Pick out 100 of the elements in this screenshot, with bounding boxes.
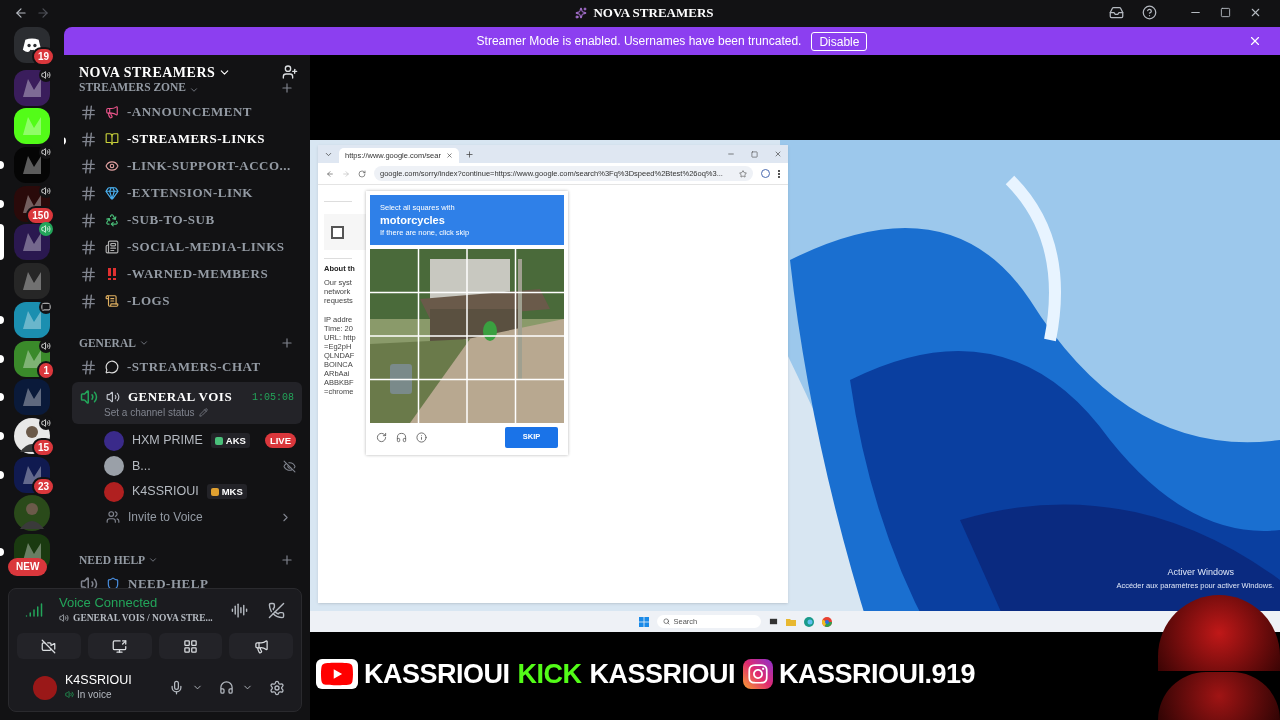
channel-name: -STREAMERS-LINKS bbox=[127, 130, 266, 149]
people-icon bbox=[106, 510, 120, 525]
category-header[interactable]: GENERAL bbox=[79, 335, 136, 351]
gem-icon bbox=[105, 186, 119, 200]
newspaper-icon bbox=[105, 240, 119, 254]
channel-name: GENERAL VOIS bbox=[128, 388, 233, 407]
soundboard-icon bbox=[253, 638, 269, 654]
server-icon[interactable] bbox=[14, 108, 50, 145]
kick-wordmark: KICK bbox=[517, 657, 582, 691]
avatar bbox=[104, 430, 124, 451]
hash-icon bbox=[80, 130, 97, 148]
hash-icon bbox=[80, 292, 97, 310]
book-icon bbox=[105, 132, 119, 146]
channel-status[interactable]: Set a channel status bbox=[104, 405, 195, 420]
channel-item[interactable]: -WARNED-MEMBERS bbox=[72, 262, 302, 286]
create-channel-icon[interactable] bbox=[280, 553, 294, 567]
forward-icon[interactable] bbox=[36, 5, 50, 20]
channel-name: -WARNED-MEMBERS bbox=[127, 265, 269, 284]
headphones-icon[interactable] bbox=[219, 680, 234, 696]
channel-name: -SUB-TO-SUB bbox=[127, 211, 215, 230]
hash-icon bbox=[80, 103, 97, 121]
eye-icon bbox=[105, 159, 119, 173]
speaker-icon bbox=[106, 390, 120, 404]
channel-name: -ANNOUNCEMENT bbox=[127, 103, 252, 122]
server-name[interactable]: NOVA STREAMERS bbox=[79, 61, 216, 83]
channel-name: -STREAMERS-CHAT bbox=[127, 358, 261, 377]
server-icon[interactable] bbox=[14, 301, 50, 338]
avatar bbox=[104, 456, 124, 477]
channel-item[interactable]: -STREAMERS-LINKS bbox=[72, 127, 302, 151]
noise-suppression-icon[interactable] bbox=[231, 601, 248, 619]
channel-item[interactable]: -STREAMERS-CHAT bbox=[72, 355, 302, 379]
camera-button[interactable] bbox=[17, 633, 81, 660]
channel-item[interactable]: -EXTENSION-LINK bbox=[72, 181, 302, 205]
screen-share-icon bbox=[112, 638, 128, 654]
category-header[interactable]: STREAMERS ZONE bbox=[79, 83, 187, 95]
channel-name: -LOGS bbox=[127, 292, 170, 311]
window-title: NOVA STREAMERS bbox=[593, 3, 714, 22]
shield-icon bbox=[106, 577, 120, 588]
settings-icon[interactable] bbox=[269, 679, 285, 696]
camera-off-icon bbox=[41, 638, 57, 654]
new-badge: NEW bbox=[8, 558, 48, 576]
voice-member[interactable]: B... bbox=[64, 453, 310, 479]
hash-icon bbox=[80, 238, 97, 256]
channel-item[interactable]: NEED-HELP bbox=[72, 572, 302, 588]
voice-member[interactable]: K4SSRIOUI MKS bbox=[64, 479, 310, 505]
help-icon[interactable] bbox=[1142, 5, 1157, 20]
maximize-icon[interactable] bbox=[1220, 7, 1231, 18]
banner-message: Streamer Mode is enabled. Usernames have been truncated. bbox=[476, 33, 802, 50]
camera-icon bbox=[747, 663, 770, 685]
disable-button[interactable]: Disable bbox=[811, 31, 868, 51]
exclamation-icon bbox=[105, 267, 119, 281]
hash-icon bbox=[80, 265, 97, 283]
channel-name: -EXTENSION-LINK bbox=[127, 184, 253, 203]
channel-item[interactable]: -SOCIAL-MEDIA-LINKS bbox=[72, 235, 302, 259]
channel-item[interactable]: GENERAL VOIS 1:05:08 Set a channel status bbox=[72, 382, 302, 424]
voice-channel-icon bbox=[80, 575, 98, 588]
notification-badge: 19 bbox=[31, 47, 55, 66]
channel-item[interactable]: -SUB-TO-SUB bbox=[72, 208, 302, 232]
member-name: K4SSRIOUI bbox=[132, 483, 199, 501]
soundboard-button[interactable] bbox=[229, 633, 293, 660]
channel-item[interactable]: -LOGS bbox=[72, 289, 302, 313]
hash-icon bbox=[80, 184, 97, 202]
microphone-icon[interactable] bbox=[169, 680, 184, 696]
back-icon[interactable] bbox=[14, 5, 28, 20]
channel-handle: KASSRIOUI.919 bbox=[779, 657, 976, 691]
invite-to-voice[interactable]: Invite to Voice bbox=[64, 504, 310, 530]
voice-member[interactable]: HXM PRIME AKS LIVE bbox=[64, 428, 310, 454]
close-icon[interactable] bbox=[1249, 6, 1262, 19]
voice-status[interactable]: Voice Connected bbox=[59, 595, 213, 611]
recycle-icon bbox=[105, 213, 119, 227]
grid-icon bbox=[182, 638, 198, 654]
speaker-icon bbox=[59, 613, 69, 624]
hash-icon bbox=[80, 157, 97, 175]
screen-share-button[interactable] bbox=[87, 633, 152, 660]
category-header[interactable]: NEED HELP bbox=[79, 552, 146, 568]
channel-item[interactable]: -LINK-SUPPORT-ACCO... bbox=[72, 154, 302, 178]
inbox-icon[interactable] bbox=[1109, 5, 1124, 20]
channel-item[interactable]: -ANNOUNCEMENT bbox=[72, 100, 302, 124]
member-tag: AKS bbox=[210, 433, 250, 449]
server-icon[interactable] bbox=[14, 27, 50, 63]
hash-icon bbox=[80, 358, 97, 376]
megaphone-icon bbox=[105, 105, 119, 119]
create-channel-icon[interactable] bbox=[280, 83, 294, 95]
disconnect-icon[interactable] bbox=[268, 601, 285, 619]
scroll-icon bbox=[105, 294, 119, 308]
member-name: HXM PRIME bbox=[132, 432, 203, 450]
voice-channel-icon bbox=[80, 388, 98, 406]
close-icon[interactable] bbox=[1248, 34, 1262, 48]
hash-icon bbox=[80, 211, 97, 229]
server-icon[interactable] bbox=[14, 456, 50, 493]
server-logo-icon bbox=[575, 6, 588, 19]
server-icon[interactable] bbox=[14, 224, 50, 261]
invite-icon[interactable] bbox=[282, 64, 298, 80]
member-name: B... bbox=[132, 457, 151, 475]
voice-channel-path[interactable]: GENERAL VOIS / NOVA STRE... bbox=[73, 611, 213, 626]
activities-button[interactable] bbox=[158, 633, 223, 660]
connection-icon[interactable] bbox=[25, 601, 43, 620]
channel-handle: KASSRIOUI bbox=[589, 657, 736, 691]
live-badge: LIVE bbox=[264, 433, 296, 449]
create-channel-icon[interactable] bbox=[280, 336, 294, 350]
